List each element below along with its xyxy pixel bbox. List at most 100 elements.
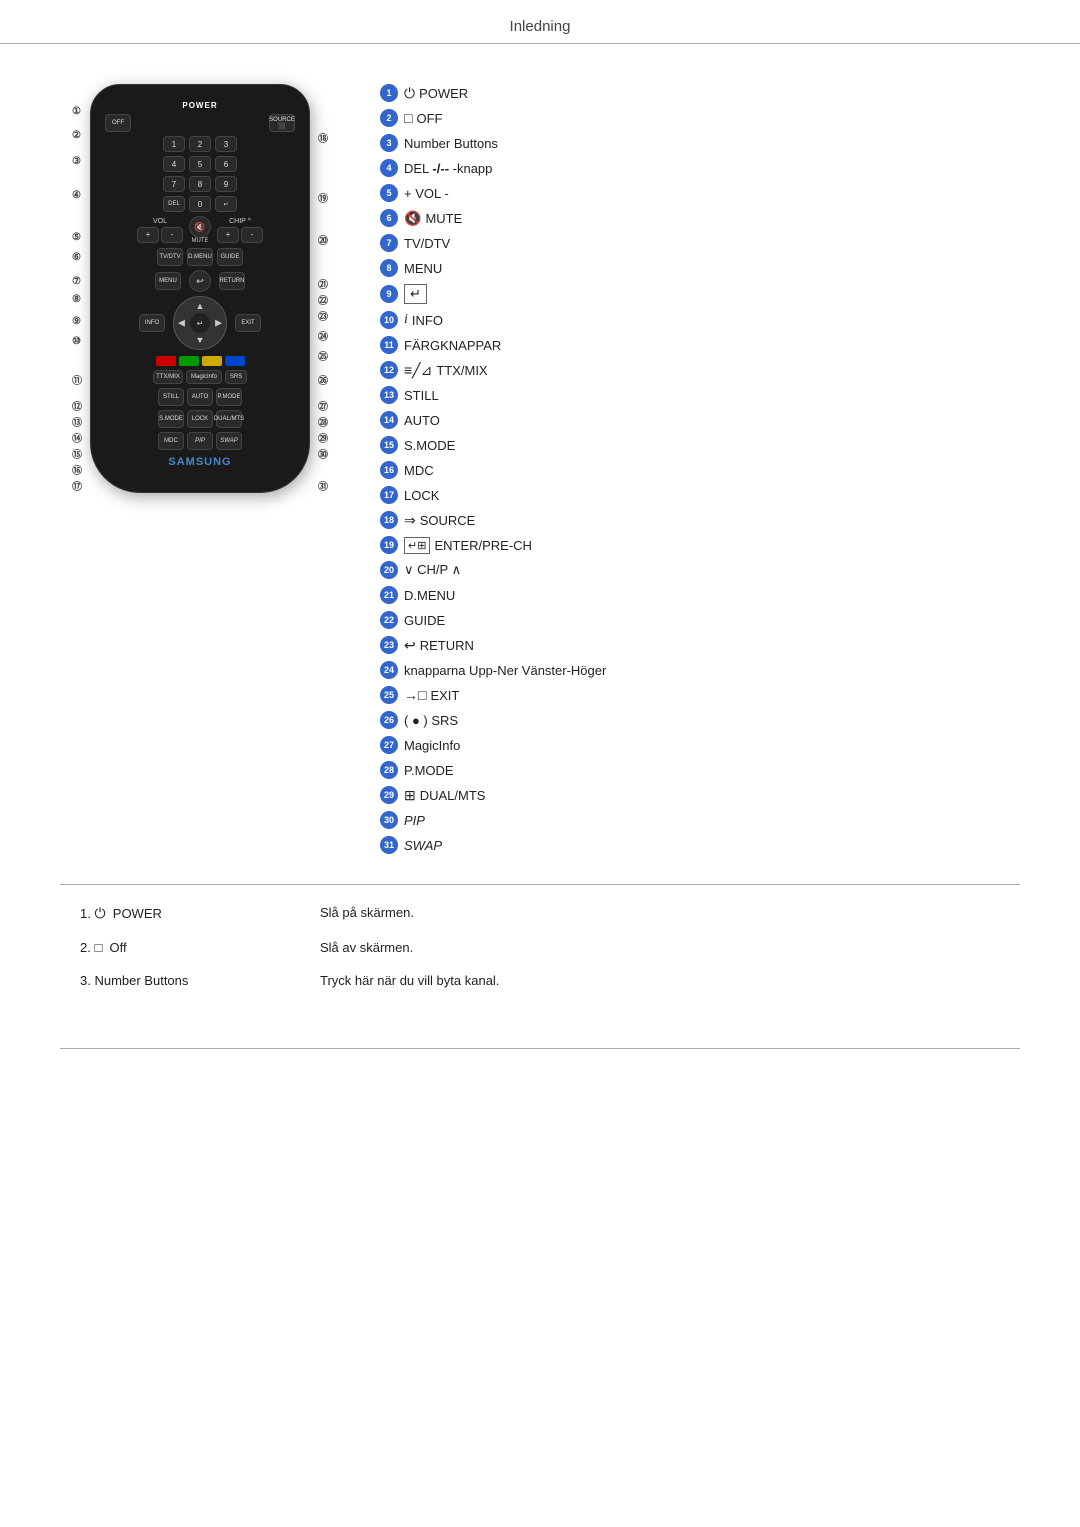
legend-label-12: TTX/MIX [436, 363, 487, 378]
legend-label-24: knapparna Upp-Ner Vänster-Höger [404, 663, 606, 678]
exit-icon: →□ [404, 687, 426, 703]
legend-label-15: S.MODE [404, 438, 455, 453]
btn-chip-up[interactable]: + [217, 227, 239, 243]
btn-source[interactable]: SOURCE ⬛ [269, 114, 295, 132]
btn-5[interactable]: 5 [189, 156, 211, 172]
legend-item-20: 20 ∨ CH/P ∧ [380, 561, 1020, 579]
badge-29: 29 [380, 786, 398, 804]
btn-pip[interactable]: PIP [187, 432, 213, 450]
tv-row: TV/DTV D.MENU GUIDE [105, 248, 295, 266]
nav-pad[interactable]: ▲ ▼ ◀ ▶ ↵ [173, 296, 227, 350]
badge-11: 11 [380, 336, 398, 354]
legend-label-2: OFF [416, 111, 442, 126]
badge-22: 22 [380, 611, 398, 629]
btn-auto[interactable]: AUTO [187, 388, 213, 406]
btn-3[interactable]: 3 [215, 136, 237, 152]
btn-swap[interactable]: SWAP [216, 432, 242, 450]
btn-dual[interactable]: DUAL/MTS [216, 410, 242, 428]
btn-8[interactable]: 8 [189, 176, 211, 192]
info-icon: i [404, 312, 408, 328]
badge-31: 31 [380, 836, 398, 854]
nav-right-arrow[interactable]: ▶ [215, 318, 222, 329]
legend-label-10: INFO [412, 313, 443, 328]
legend-label-13: STILL [404, 388, 439, 403]
num-label-10: ⑩ [72, 336, 81, 347]
btn-vol-down[interactable]: - [161, 227, 183, 243]
num-label-13: ⑬ [72, 414, 82, 429]
legend-item-9: 9 ↵ [380, 284, 1020, 304]
nav-left-arrow[interactable]: ◀ [178, 318, 185, 329]
num-label-27: ㉗ [318, 398, 328, 413]
btn-4[interactable]: 4 [163, 156, 185, 172]
btn-2[interactable]: 2 [189, 136, 211, 152]
btn-9[interactable]: 9 [215, 176, 237, 192]
btn-del[interactable]: DEL [163, 196, 185, 212]
btn-tv-dtv[interactable]: TV/DTV [157, 248, 183, 266]
btn-ttx[interactable]: TTX/MIX [153, 370, 183, 384]
btn-srs[interactable]: SRS [225, 370, 247, 384]
page-header: Inledning [0, 0, 1080, 44]
legend-label-29: DUAL/MTS [420, 788, 486, 803]
btn-menu[interactable]: MENU [155, 272, 181, 290]
btn-mute[interactable]: 🔇 [189, 216, 211, 238]
btn-green[interactable] [179, 356, 199, 366]
remote-control: POWER OFF SOURCE ⬛ 1 2 3 4 5 6 [90, 84, 310, 493]
desc-label-3: 3. Number Buttons [80, 973, 300, 988]
btn-pmode[interactable]: P.MODE [216, 388, 242, 406]
btn-0[interactable]: 0 [189, 196, 211, 212]
legend-item-6: 6 🔇 MUTE [380, 209, 1020, 227]
badge-20: 20 [380, 561, 398, 579]
legend-label-20: ∨ CH/P ∧ [404, 562, 461, 578]
legend-label-17: LOCK [404, 488, 439, 503]
legend-label-1: POWER [419, 86, 468, 101]
num-label-22: ㉒ [318, 292, 328, 307]
nav-down-arrow[interactable]: ▼ [196, 335, 205, 345]
desc-label-1: 1. ⏻ POWER [80, 905, 300, 922]
badge-2: 2 [380, 109, 398, 127]
btn-blue[interactable] [225, 356, 245, 366]
btn-6[interactable]: 6 [215, 156, 237, 172]
btn-return-label[interactable]: RETURN [219, 272, 245, 290]
nav-center-btn[interactable]: ↵ [190, 313, 210, 333]
btn-d-menu[interactable]: D.MENU [187, 248, 213, 266]
btn-off[interactable]: OFF [105, 114, 131, 132]
btn-vol-up[interactable]: + [137, 227, 159, 243]
btn-return[interactable]: ↩ [189, 270, 211, 292]
legend-item-4: 4 DEL -/-- -knapp [380, 159, 1020, 177]
legend-item-15: 15 S.MODE [380, 436, 1020, 454]
btn-yellow[interactable] [202, 356, 222, 366]
legend-label-28: P.MODE [404, 763, 454, 778]
legend-item-5: 5 + VOL - [380, 184, 1020, 202]
btn-enter-small[interactable]: ↵ [215, 196, 237, 212]
btn-red[interactable] [156, 356, 176, 366]
legend-label-7: TV/DTV [404, 236, 450, 251]
section-divider [60, 884, 1020, 885]
ttx-icon: ≡╱⊿ [404, 362, 432, 379]
btn-smode[interactable]: S.MODE [158, 410, 184, 428]
num-label-21: ㉑ [318, 276, 328, 291]
btn-guide[interactable]: GUIDE [217, 248, 243, 266]
btn-exit[interactable]: EXIT [235, 314, 261, 332]
btn-magicinfo[interactable]: MagicInfo [186, 370, 222, 384]
badge-8: 8 [380, 259, 398, 277]
legend-item-22: 22 GUIDE [380, 611, 1020, 629]
num-label-4: ④ [72, 190, 81, 201]
color-buttons-row [105, 356, 295, 366]
num-label-24: ㉔ [318, 328, 328, 343]
legend-item-29: 29 ⊞ DUAL/MTS [380, 786, 1020, 804]
btn-still[interactable]: STILL [158, 388, 184, 406]
btn-mdc[interactable]: MDC [158, 432, 184, 450]
ttx-row: TTX/MIX MagicInfo SRS [105, 370, 295, 384]
badge-12: 12 [380, 361, 398, 379]
btn-info[interactable]: INFO [139, 314, 165, 332]
legend-item-12: 12 ≡╱⊿ TTX/MIX [380, 361, 1020, 379]
legend-item-13: 13 STILL [380, 386, 1020, 404]
legend-item-30: 30 PIP [380, 811, 1020, 829]
btn-lock[interactable]: LOCK [187, 410, 213, 428]
nav-up-arrow[interactable]: ▲ [196, 301, 205, 311]
btn-7[interactable]: 7 [163, 176, 185, 192]
btn-chip-down[interactable]: - [241, 227, 263, 243]
btn-1[interactable]: 1 [163, 136, 185, 152]
legend-item-25: 25 →□ EXIT [380, 686, 1020, 704]
return-icon: ↩ [404, 637, 416, 654]
